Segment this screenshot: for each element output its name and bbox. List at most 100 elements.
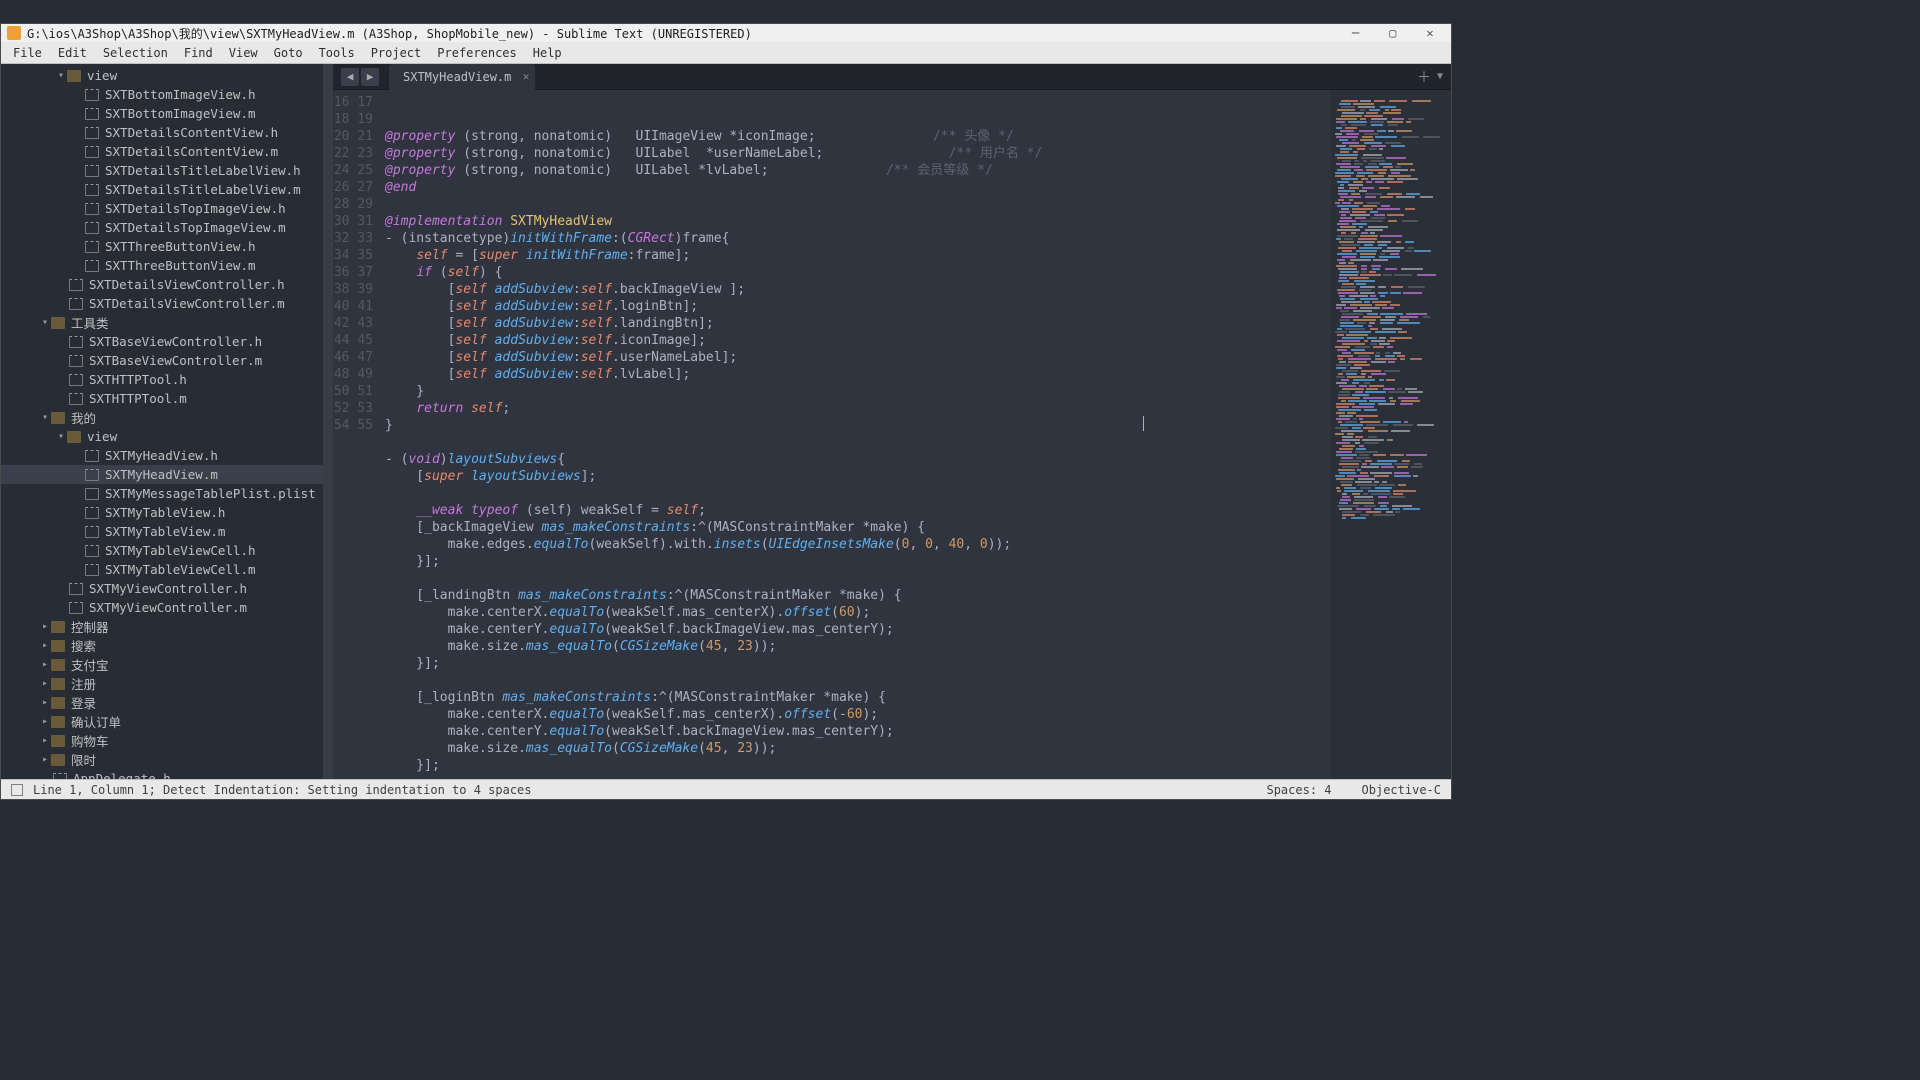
status-spaces[interactable]: Spaces: 4 <box>1266 783 1331 797</box>
maximize-button[interactable]: ▢ <box>1378 26 1408 40</box>
file-item[interactable]: SXTMyViewController.m <box>1 598 333 617</box>
file-item[interactable]: SXTBottomImageView.m <box>1 104 333 123</box>
file-item[interactable]: SXTBaseViewController.m <box>1 351 333 370</box>
menu-file[interactable]: File <box>5 46 50 60</box>
titlebar[interactable]: G:\ios\A3Shop\A3Shop\我的\view\SXTMyHeadVi… <box>1 24 1451 42</box>
folder-item[interactable]: ▾工具类 <box>1 313 333 332</box>
tree-item-label: 支付宝 <box>71 655 109 674</box>
file-item[interactable]: SXTMyTableViewCell.h <box>1 541 333 560</box>
code-line: [self addSubview:self.lvLabel]; <box>385 366 1331 383</box>
nav-back-button[interactable]: ◀ <box>341 68 359 86</box>
file-item[interactable]: SXTMyHeadView.h <box>1 446 333 465</box>
folder-item[interactable]: ▸购物车 <box>1 731 333 750</box>
folder-icon <box>51 659 65 671</box>
file-item[interactable]: SXTMyTableViewCell.m <box>1 560 333 579</box>
folder-item[interactable]: ▾我的 <box>1 408 333 427</box>
file-item[interactable]: SXTDetailsTopImageView.h <box>1 199 333 218</box>
code-line <box>385 570 1331 587</box>
minimap[interactable] <box>1331 90 1451 779</box>
close-button[interactable]: ✕ <box>1415 26 1445 40</box>
disclosure-arrow-icon[interactable]: ▸ <box>39 659 51 670</box>
file-item[interactable]: SXTDetailsViewController.h <box>1 275 333 294</box>
file-item[interactable]: SXTHTTPTool.h <box>1 370 333 389</box>
file-item[interactable]: SXTDetailsTopImageView.m <box>1 218 333 237</box>
disclosure-arrow-icon[interactable]: ▾ <box>39 317 51 328</box>
menu-preferences[interactable]: Preferences <box>429 46 524 60</box>
disclosure-arrow-icon[interactable]: ▾ <box>39 412 51 423</box>
sidebar-scrollbar-thumb[interactable] <box>324 504 332 564</box>
disclosure-arrow-icon[interactable]: ▸ <box>39 678 51 689</box>
file-item[interactable]: SXTDetailsViewController.m <box>1 294 333 313</box>
file-item[interactable]: SXTMyHeadView.m <box>1 465 333 484</box>
code-editor[interactable]: @property (strong, nonatomic) UIImageVie… <box>385 90 1331 779</box>
menu-edit[interactable]: Edit <box>50 46 95 60</box>
file-item[interactable]: SXTDetailsContentView.h <box>1 123 333 142</box>
tree-item-label: SXTHTTPTool.m <box>89 391 187 406</box>
folder-item[interactable]: ▾view <box>1 427 333 446</box>
file-tab[interactable]: SXTMyHeadView.m ✕ <box>389 64 535 90</box>
tree-item-label: SXTMyTableView.m <box>105 524 225 539</box>
folder-item[interactable]: ▸ 支付宝 <box>1 655 333 674</box>
disclosure-arrow-icon[interactable]: ▾ <box>55 70 67 81</box>
file-item[interactable]: SXTBaseViewController.h <box>1 332 333 351</box>
sidebar[interactable]: ▾viewSXTBottomImageView.hSXTBottomImageV… <box>1 64 333 779</box>
file-item[interactable]: SXTHTTPTool.m <box>1 389 333 408</box>
tab-dropdown-icon[interactable]: ▼ <box>1437 71 1443 82</box>
status-syntax[interactable]: Objective-C <box>1362 783 1441 797</box>
folder-icon <box>51 716 65 728</box>
folder-item[interactable]: ▸登录 <box>1 693 333 712</box>
menu-help[interactable]: Help <box>525 46 570 60</box>
disclosure-arrow-icon[interactable]: ▾ <box>55 431 67 442</box>
file-icon <box>85 564 99 576</box>
menu-project[interactable]: Project <box>363 46 430 60</box>
code-line: [_landingBtn mas_makeConstraints:^(MASCo… <box>385 587 1331 604</box>
file-item[interactable]: SXTDetailsContentView.m <box>1 142 333 161</box>
file-item[interactable]: SXTThreeButtonView.m <box>1 256 333 275</box>
menu-find[interactable]: Find <box>176 46 221 60</box>
code-line: make.size.mas_equalTo(CGSizeMake(45, 23)… <box>385 740 1331 757</box>
tab-label: SXTMyHeadView.m <box>403 70 511 84</box>
menu-goto[interactable]: Goto <box>266 46 311 60</box>
file-item[interactable]: AppDelegate.h <box>1 769 333 779</box>
status-icon[interactable] <box>11 784 23 796</box>
folder-item[interactable]: ▸限时 <box>1 750 333 769</box>
folder-icon <box>51 678 65 690</box>
code-line: make.size.mas_equalTo(CGSizeMake(45, 23)… <box>385 638 1331 655</box>
nav-forward-button[interactable]: ▶ <box>361 68 379 86</box>
file-item[interactable]: SXTMyTableView.h <box>1 503 333 522</box>
file-icon <box>85 469 99 481</box>
disclosure-arrow-icon[interactable]: ▸ <box>39 716 51 727</box>
minimize-button[interactable]: ─ <box>1341 26 1371 40</box>
tab-close-icon[interactable]: ✕ <box>523 70 530 83</box>
file-item[interactable]: SXTMyMessageTablePlist.plist <box>1 484 333 503</box>
file-item[interactable]: SXTBottomImageView.h <box>1 85 333 104</box>
file-item[interactable]: SXTDetailsTitleLabelView.m <box>1 180 333 199</box>
file-item[interactable]: SXTThreeButtonView.h <box>1 237 333 256</box>
code-line: @implementation SXTMyHeadView <box>385 213 1331 230</box>
file-icon <box>85 108 99 120</box>
menu-selection[interactable]: Selection <box>95 46 176 60</box>
new-tab-button[interactable]: ＋ <box>1417 67 1431 87</box>
code-line: [self addSubview:self.backImageView ]; <box>385 281 1331 298</box>
file-item[interactable]: SXTDetailsTitleLabelView.h <box>1 161 333 180</box>
file-item[interactable]: SXTMyTableView.m <box>1 522 333 541</box>
main-area: ▾viewSXTBottomImageView.hSXTBottomImageV… <box>1 64 1451 779</box>
disclosure-arrow-icon[interactable]: ▸ <box>39 697 51 708</box>
disclosure-arrow-icon[interactable]: ▸ <box>39 735 51 746</box>
folder-item[interactable]: ▸搜索 <box>1 636 333 655</box>
tabbar: ◀ ▶ SXTMyHeadView.m ✕ ＋ ▼ <box>333 64 1451 90</box>
menu-tools[interactable]: Tools <box>311 46 363 60</box>
folder-item[interactable]: ▸注册 <box>1 674 333 693</box>
folder-item[interactable]: ▸控制器 <box>1 617 333 636</box>
file-icon <box>53 773 67 780</box>
folder-item[interactable]: ▸确认订单 <box>1 712 333 731</box>
tree-item-label: SXTMyTableViewCell.h <box>105 543 256 558</box>
editor-area: ◀ ▶ SXTMyHeadView.m ✕ ＋ ▼ 16 17 18 19 20… <box>333 64 1451 779</box>
file-item[interactable]: SXTMyViewController.h <box>1 579 333 598</box>
disclosure-arrow-icon[interactable]: ▸ <box>39 640 51 651</box>
disclosure-arrow-icon[interactable]: ▸ <box>39 754 51 765</box>
menu-view[interactable]: View <box>221 46 266 60</box>
gutter: 16 17 18 19 20 21 22 23 24 25 26 27 28 2… <box>333 90 385 779</box>
disclosure-arrow-icon[interactable]: ▸ <box>39 621 51 632</box>
folder-item[interactable]: ▾view <box>1 66 333 85</box>
